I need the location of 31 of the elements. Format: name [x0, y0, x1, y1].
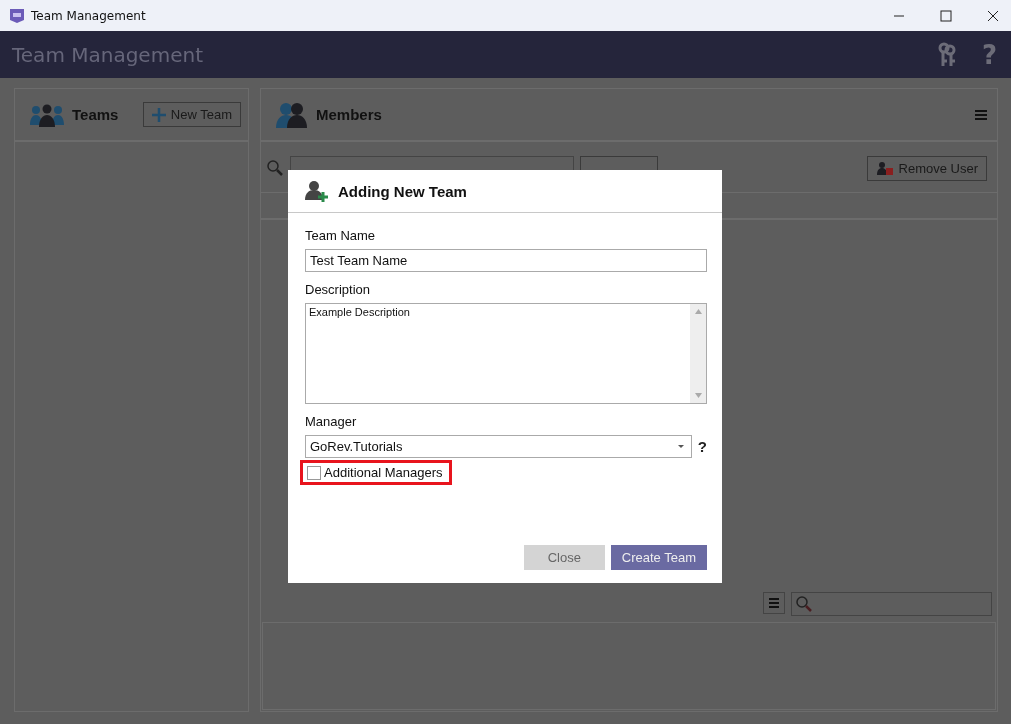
search-icon [266, 159, 284, 177]
menu-icon[interactable] [763, 592, 785, 614]
team-name-field[interactable]: Test Team Name [305, 249, 707, 272]
help-button[interactable]: ? [697, 438, 707, 455]
additional-managers-checkbox[interactable]: Additional Managers [300, 460, 452, 485]
scroll-up-icon[interactable] [694, 309, 702, 314]
field-label: Manager [305, 414, 358, 429]
menu-icon[interactable] [975, 109, 987, 120]
panel-title: Members [316, 106, 382, 123]
manager-dropdown[interactable]: GoRev.Tutorials [305, 435, 692, 458]
remove-user-icon [875, 161, 894, 175]
dialog-title: Adding New Team [338, 182, 467, 200]
add-user-icon [305, 180, 329, 202]
app-title: Team Management [12, 42, 203, 67]
create-button[interactable]: Create Team [610, 545, 707, 570]
team-icon [30, 102, 64, 127]
maximize-icon[interactable] [940, 9, 952, 22]
close-button[interactable]: Close [523, 545, 605, 570]
description-field[interactable]: Example Description [305, 303, 707, 404]
plus-icon [151, 107, 166, 122]
search-icon [795, 595, 813, 613]
scroll-down-icon[interactable] [694, 393, 702, 398]
search-field[interactable] [791, 592, 992, 616]
members-icon [276, 101, 308, 128]
field-label: Team Name [305, 228, 377, 243]
field-label: Description [305, 282, 372, 297]
close-icon[interactable] [987, 9, 999, 22]
panel-title: Teams [72, 106, 119, 123]
dropdown-arrow-icon [676, 444, 685, 449]
window-title: Team Management [31, 8, 146, 23]
app-icon [9, 7, 25, 24]
